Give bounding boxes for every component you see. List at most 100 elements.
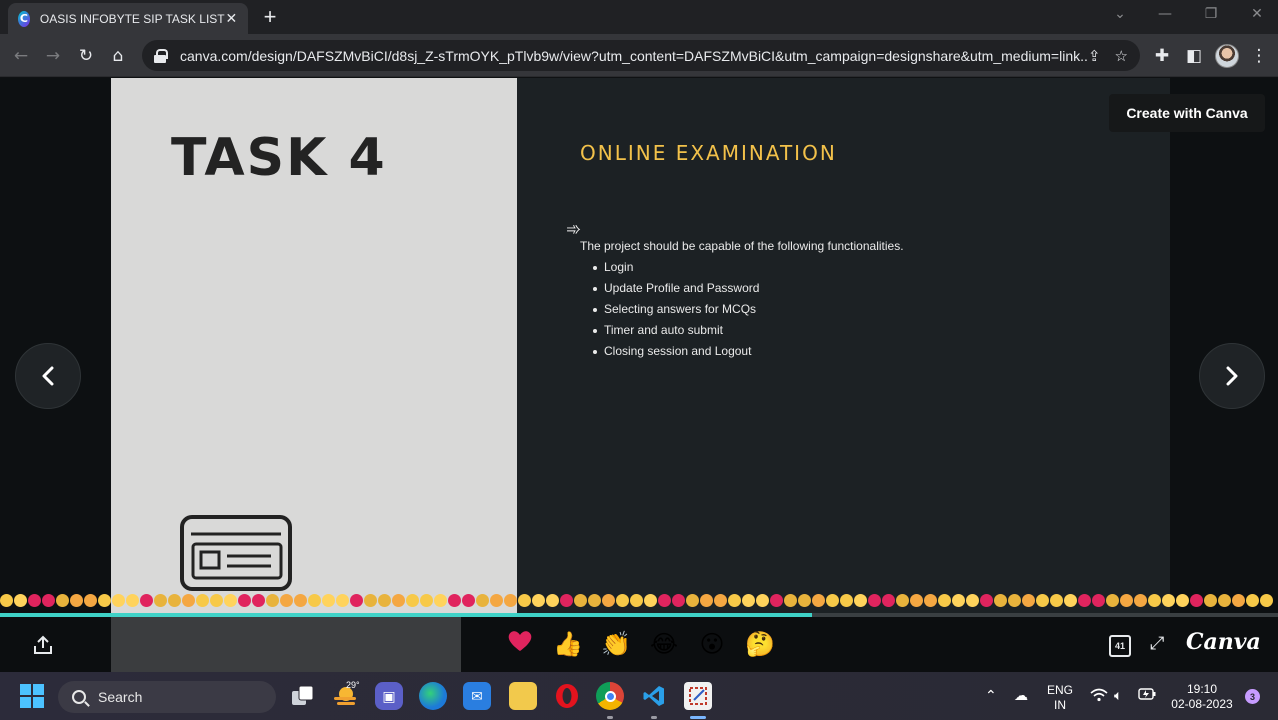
reaction-dot [56,594,69,607]
back-icon[interactable]: ← [10,45,32,67]
snipping-tool-icon[interactable] [684,682,712,710]
chrome-running-indicator [607,716,613,719]
temperature: 29° [346,680,360,690]
surprised-reaction-icon[interactable]: 😮 [697,629,727,659]
windows-taskbar: Search 29° ▣ ✉ ⌃ ☁ ENG IN 🔈︎ 19:10 02-08… [0,672,1278,720]
bullet [593,349,597,354]
thinking-reaction-icon[interactable]: 🤔 [745,629,775,659]
tab-close-icon[interactable]: ✕ [225,10,238,27]
profile-avatar[interactable] [1215,44,1239,68]
list-item: Update Profile and Password [593,278,759,299]
slide-thumbnail-shade [111,617,461,672]
reaction-dot [994,594,1007,607]
extensions-puzzle-icon[interactable]: ✚ [1151,45,1173,67]
side-panel-icon[interactable]: ◧ [1183,45,1205,67]
reaction-dot [70,594,83,607]
menu-kebab-icon[interactable]: ⋮ [1248,45,1270,67]
create-with-canva-button[interactable]: Create with Canva [1109,94,1265,132]
chrome-browser-icon[interactable] [596,682,624,710]
reaction-dot [476,594,489,607]
reaction-dot [224,594,237,607]
share-icon[interactable] [32,634,54,656]
reaction-dot [602,594,615,607]
forward-icon[interactable]: → [42,45,64,67]
reaction-dot [1246,594,1259,607]
reaction-dot [658,594,671,607]
previous-slide-button[interactable] [15,343,81,409]
task-view-icon[interactable] [289,682,317,710]
reaction-dot [112,594,125,607]
list-item: Selecting answers for MCQs [593,299,759,320]
clap-reaction-icon[interactable]: 👏 [601,629,631,659]
reaction-dot [826,594,839,607]
new-tab-button[interactable]: + [258,5,282,29]
clock[interactable]: 19:10 02-08-2023 [1164,682,1240,712]
reaction-dot [784,594,797,607]
reaction-dot [616,594,629,607]
list-item: Closing session and Logout [593,341,759,362]
restore-icon[interactable]: ❐ [1196,6,1226,22]
volume-icon[interactable]: 🔈︎ [1114,688,1122,704]
canva-logo[interactable]: Canva [1186,629,1261,655]
home-icon[interactable]: ⌂ [107,45,129,67]
reaction-dot [504,594,517,607]
canva-favicon-icon: C [18,10,30,27]
reaction-dot [896,594,909,607]
language-indicator[interactable]: ENG IN [1044,683,1076,713]
reaction-dot [364,594,377,607]
url-text[interactable]: canva.com/design/DAFSZMvBiCI/d8sj_Z-sTrm… [180,48,1088,64]
next-slide-button[interactable] [1199,343,1265,409]
show-hidden-icons-icon[interactable]: ⌃ [985,688,997,704]
page-count-icon[interactable]: 41 [1109,635,1131,657]
opera-browser-icon[interactable] [553,682,581,710]
reaction-dot [0,594,13,607]
notification-badge[interactable]: 3 [1245,689,1260,704]
search-icon [72,690,86,704]
reaction-dot [574,594,587,607]
chevron-right-icon [1226,366,1238,386]
bookmark-star-icon[interactable]: ☆ [1115,47,1128,65]
file-explorer-icon[interactable] [509,682,537,710]
heart-reaction-icon[interactable] [505,629,535,659]
mail-icon[interactable]: ✉ [463,682,491,710]
address-bar[interactable]: canva.com/design/DAFSZMvBiCI/d8sj_Z-sTrm… [142,40,1140,71]
wifi-icon[interactable] [1090,688,1108,706]
reaction-dot [434,594,447,607]
reaction-dot [868,594,881,607]
minimize-icon[interactable]: — [1150,6,1180,22]
edge-browser-icon[interactable] [419,682,447,710]
thumbs-up-reaction-icon[interactable]: 👍 [553,629,583,659]
vscode-icon[interactable] [640,682,668,710]
reaction-dot [518,594,531,607]
id-card-icon [180,515,292,591]
screen: C OASIS INFOBYTE SIP TASK LIST ✕ + ⌄ — ❐… [0,0,1278,720]
reaction-dot [1106,594,1119,607]
reaction-dot [420,594,433,607]
reload-icon[interactable]: ↻ [75,45,97,67]
battery-icon[interactable] [1138,688,1156,704]
laugh-reaction-icon[interactable]: 😂 [649,629,679,659]
teams-chat-icon[interactable]: ▣ [375,682,403,710]
tab-search-icon[interactable]: ⌄ [1105,6,1135,22]
reaction-dot [532,594,545,607]
window-close-icon[interactable]: ✕ [1242,6,1272,22]
list-item: Login [593,257,759,278]
reaction-dot [798,594,811,607]
onedrive-cloud-icon[interactable]: ☁ [1014,688,1028,704]
reaction-dot [266,594,279,607]
reaction-dot [644,594,657,607]
tab-title: OASIS INFOBYTE SIP TASK LIST [39,11,225,26]
bullet [593,307,597,312]
reaction-dot [322,594,335,607]
fullscreen-icon[interactable]: ⤢ [1150,633,1164,654]
reaction-stream [0,591,1278,611]
lock-icon[interactable] [154,48,168,63]
reaction-dot [14,594,27,607]
viewer-controls: 👍 👏 😂 😮 🤔 41 ⤢ Canva [0,617,1278,672]
reaction-dot [280,594,293,607]
windows-start-icon[interactable] [20,684,44,708]
bullet [593,328,597,333]
taskbar-search[interactable]: Search [58,681,276,713]
browser-tab[interactable]: C OASIS INFOBYTE SIP TASK LIST ✕ [8,3,248,34]
share-page-icon[interactable]: ⇪ [1088,47,1101,65]
